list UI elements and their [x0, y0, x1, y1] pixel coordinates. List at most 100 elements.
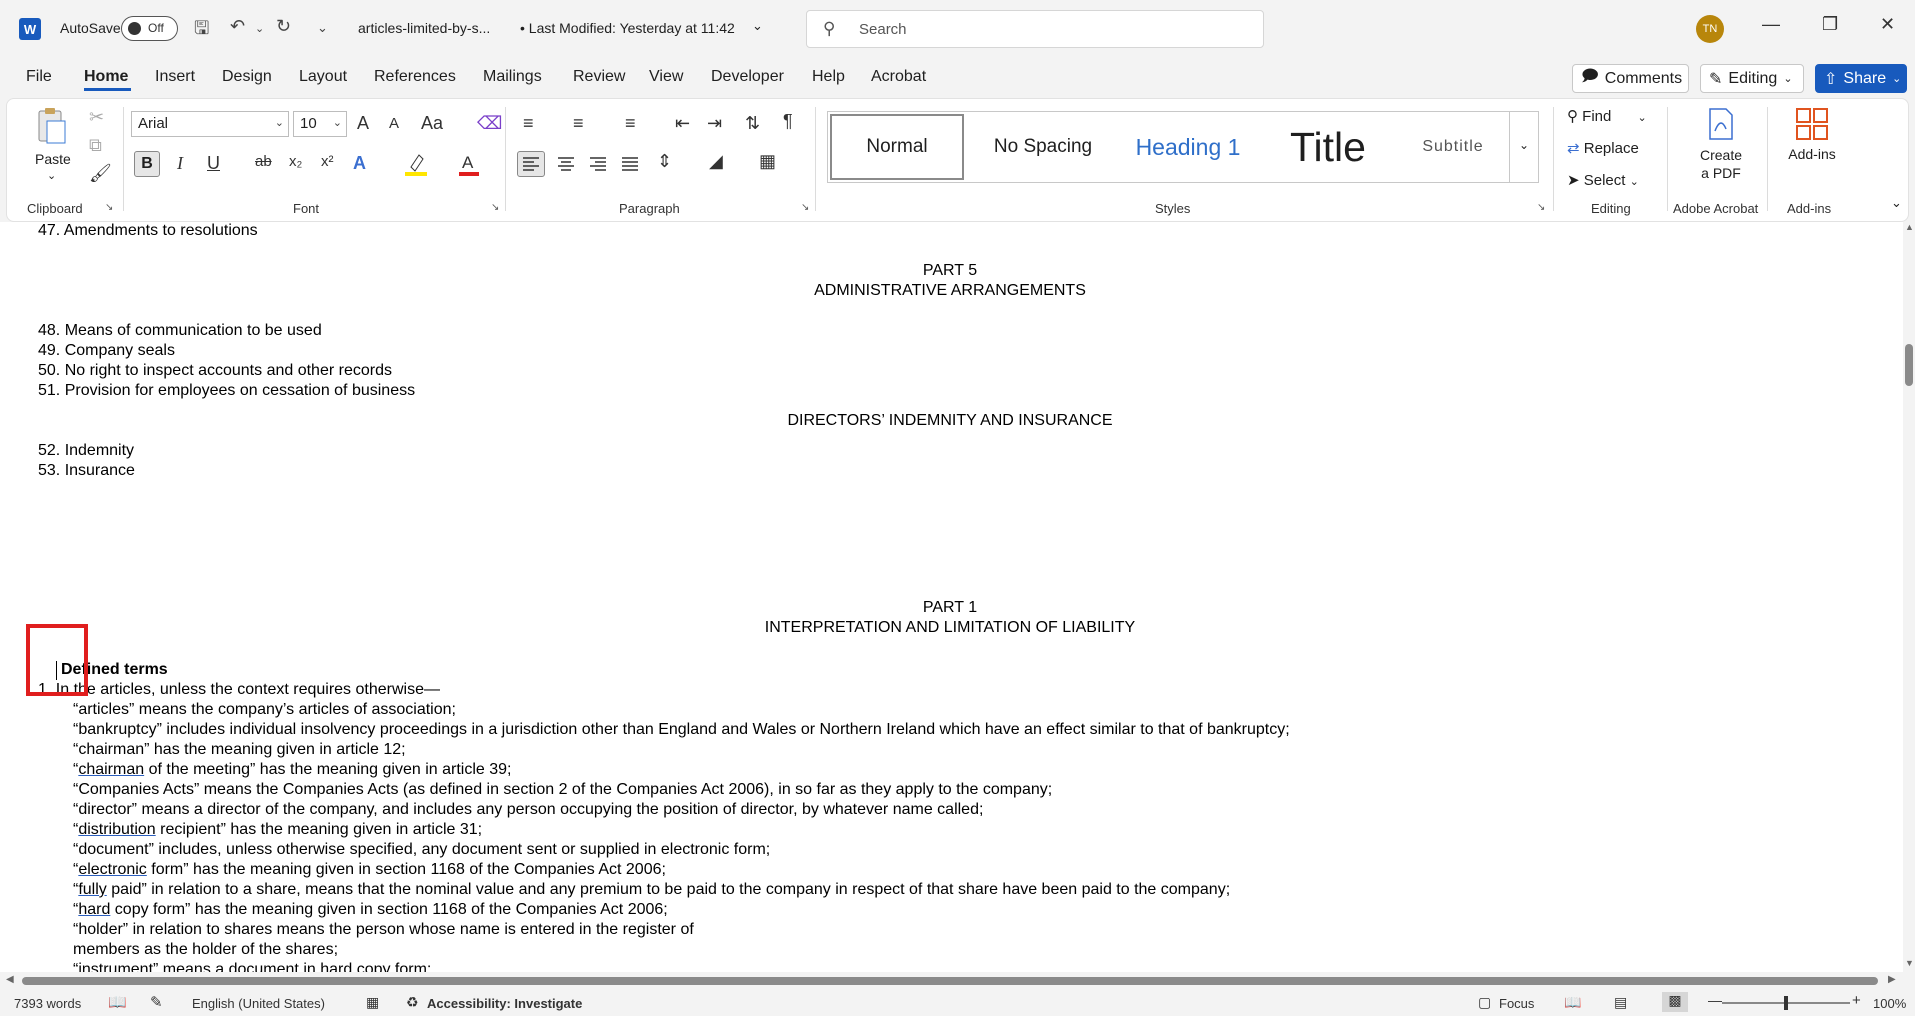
document-name[interactable]: articles-limited-by-s...	[358, 20, 490, 36]
sort-icon[interactable]: ⇅	[745, 113, 760, 134]
align-center-icon[interactable]	[555, 153, 577, 180]
create-pdf-button[interactable]: Create a PDF	[1679, 107, 1763, 189]
close-icon[interactable]: ✕	[1880, 14, 1895, 35]
format-painter-icon[interactable]: 🖌	[89, 163, 112, 184]
scroll-up-icon[interactable]: ▲	[1905, 222, 1914, 232]
text-predictions-icon[interactable]: ✎	[150, 993, 163, 1011]
bold-button[interactable]: B	[134, 151, 160, 177]
dialog-launcher-icon[interactable]: ↘	[491, 202, 499, 213]
zoom-out-icon[interactable]: —	[1708, 992, 1722, 1008]
zoom-slider-thumb[interactable]	[1784, 996, 1788, 1010]
line-spacing-icon[interactable]: ⇕	[657, 151, 672, 172]
last-modified[interactable]: • Last Modified: Yesterday at 11:42	[520, 20, 735, 36]
zoom-slider[interactable]	[1722, 996, 1850, 1010]
copy-icon[interactable]: ⧉	[89, 135, 102, 156]
tab-acrobat[interactable]: Acrobat	[871, 68, 926, 86]
shading-icon[interactable]: ◢	[709, 151, 723, 172]
word-count[interactable]: 7393 words	[14, 996, 81, 1011]
style-no-spacing[interactable]: No Spacing	[968, 112, 1118, 182]
style-title[interactable]: Title	[1258, 112, 1398, 182]
change-case-icon[interactable]: Aa	[421, 113, 443, 134]
increase-indent-icon[interactable]: ⇥	[707, 113, 722, 134]
tab-insert[interactable]: Insert	[155, 68, 195, 86]
chevron-down-icon[interactable]: ⌄	[752, 18, 763, 34]
tab-view[interactable]: View	[649, 68, 683, 86]
replace-button[interactable]: ⇄ Replace	[1567, 139, 1639, 157]
find-button[interactable]: ⚲ Find ⌄	[1567, 107, 1647, 125]
align-left-button[interactable]	[517, 151, 545, 177]
tab-review[interactable]: Review	[573, 68, 625, 86]
styles-more-icon[interactable]: ⌄	[1509, 111, 1539, 183]
document-canvas[interactable]: 47. Amendments to resolutions PART 5 ADM…	[0, 222, 1903, 972]
paste-icon[interactable]	[33, 107, 69, 147]
tab-help[interactable]: Help	[812, 68, 845, 86]
select-button[interactable]: ➤ Select ⌄	[1567, 171, 1639, 189]
horizontal-scroll-thumb[interactable]	[22, 977, 1878, 985]
tab-file[interactable]: File	[26, 68, 52, 86]
dialog-launcher-icon[interactable]: ↘	[801, 202, 809, 213]
justify-icon[interactable]	[619, 153, 641, 180]
add-ins-button[interactable]: Add-ins	[1777, 107, 1847, 167]
comments-button[interactable]: 🗩 Comments	[1572, 64, 1689, 93]
share-button[interactable]: ⇧ Share ⌄	[1815, 64, 1907, 93]
paste-dropdown-icon[interactable]: ⌄	[47, 169, 56, 182]
clear-formatting-icon[interactable]: ⌫	[477, 113, 502, 134]
search-input[interactable]: ⚲ Search	[806, 10, 1264, 48]
style-normal[interactable]: Normal	[830, 114, 964, 180]
editing-mode-button[interactable]: ✎ Editing ⌄	[1700, 64, 1804, 93]
scroll-left-icon[interactable]: ◀	[6, 974, 14, 985]
strikethrough-button[interactable]: ab	[255, 153, 272, 170]
show-formatting-icon[interactable]: ¶	[783, 111, 793, 132]
dialog-launcher-icon[interactable]: ↘	[105, 202, 113, 213]
tab-design[interactable]: Design	[222, 68, 272, 86]
cut-icon[interactable]: ✂	[89, 107, 104, 128]
scroll-right-icon[interactable]: ▶	[1888, 974, 1896, 985]
italic-button[interactable]: I	[177, 153, 183, 174]
style-heading-1[interactable]: Heading 1	[1118, 112, 1258, 182]
restore-icon[interactable]: ❐	[1822, 14, 1838, 35]
text-effects-icon[interactable]: A	[353, 153, 366, 174]
accessibility-icon[interactable]: ♻	[406, 994, 419, 1011]
multilevel-list-icon[interactable]: ≡	[625, 113, 636, 134]
tab-layout[interactable]: Layout	[299, 68, 347, 86]
decrease-indent-icon[interactable]: ⇤	[675, 113, 690, 134]
tab-home[interactable]: Home	[84, 68, 128, 86]
vertical-scrollbar[interactable]: ▲ ▼	[1903, 222, 1915, 972]
avatar[interactable]: TN	[1696, 15, 1724, 43]
font-color-icon[interactable]: A	[457, 151, 481, 177]
vertical-scroll-thumb[interactable]	[1905, 344, 1913, 386]
align-right-icon[interactable]	[587, 153, 609, 180]
tab-mailings[interactable]: Mailings	[483, 68, 542, 86]
customize-qat-icon[interactable]: ⌄	[317, 20, 328, 36]
dialog-launcher-icon[interactable]: ↘	[1537, 202, 1545, 213]
accessibility-status[interactable]: Accessibility: Investigate	[427, 996, 582, 1011]
focus-button[interactable]: Focus	[1499, 996, 1534, 1011]
zoom-level[interactable]: 100%	[1873, 996, 1906, 1011]
read-mode-icon[interactable]: 📖	[1564, 994, 1581, 1011]
zoom-in-icon[interactable]: +	[1852, 992, 1861, 1009]
tab-developer[interactable]: Developer	[711, 68, 784, 86]
macro-icon[interactable]: ▦	[366, 994, 379, 1011]
paste-label[interactable]: Paste	[35, 151, 71, 167]
web-layout-icon[interactable]: ▩	[1662, 992, 1688, 1012]
underline-button[interactable]: U	[207, 153, 220, 174]
numbering-icon[interactable]: ≡	[573, 113, 584, 134]
undo-dropdown-icon[interactable]: ⌄	[255, 22, 264, 35]
undo-icon[interactable]: ↶	[230, 16, 245, 37]
collapse-ribbon-icon[interactable]: ⌄	[1891, 195, 1902, 211]
save-icon[interactable]: 🖫	[194, 16, 209, 46]
proofing-icon[interactable]: 📖	[108, 993, 127, 1011]
grow-font-icon[interactable]: A	[357, 113, 369, 134]
borders-icon[interactable]: ▦	[759, 151, 776, 172]
bullets-icon[interactable]: ≡	[523, 113, 534, 134]
focus-icon[interactable]: ▢	[1478, 994, 1491, 1011]
font-size-dropdown[interactable]: 10 ⌄	[293, 111, 347, 137]
highlight-color-icon[interactable]	[403, 151, 429, 177]
style-subtitle[interactable]: Subtitle	[1398, 112, 1508, 182]
print-layout-icon[interactable]: ▤	[1614, 994, 1627, 1011]
font-name-dropdown[interactable]: Arial ⌄	[131, 111, 289, 137]
subscript-button[interactable]: x₂	[289, 153, 302, 170]
autosave-toggle[interactable]: Off	[121, 16, 178, 41]
redo-icon[interactable]: ↻	[276, 16, 291, 37]
language-status[interactable]: English (United States)	[192, 996, 325, 1011]
